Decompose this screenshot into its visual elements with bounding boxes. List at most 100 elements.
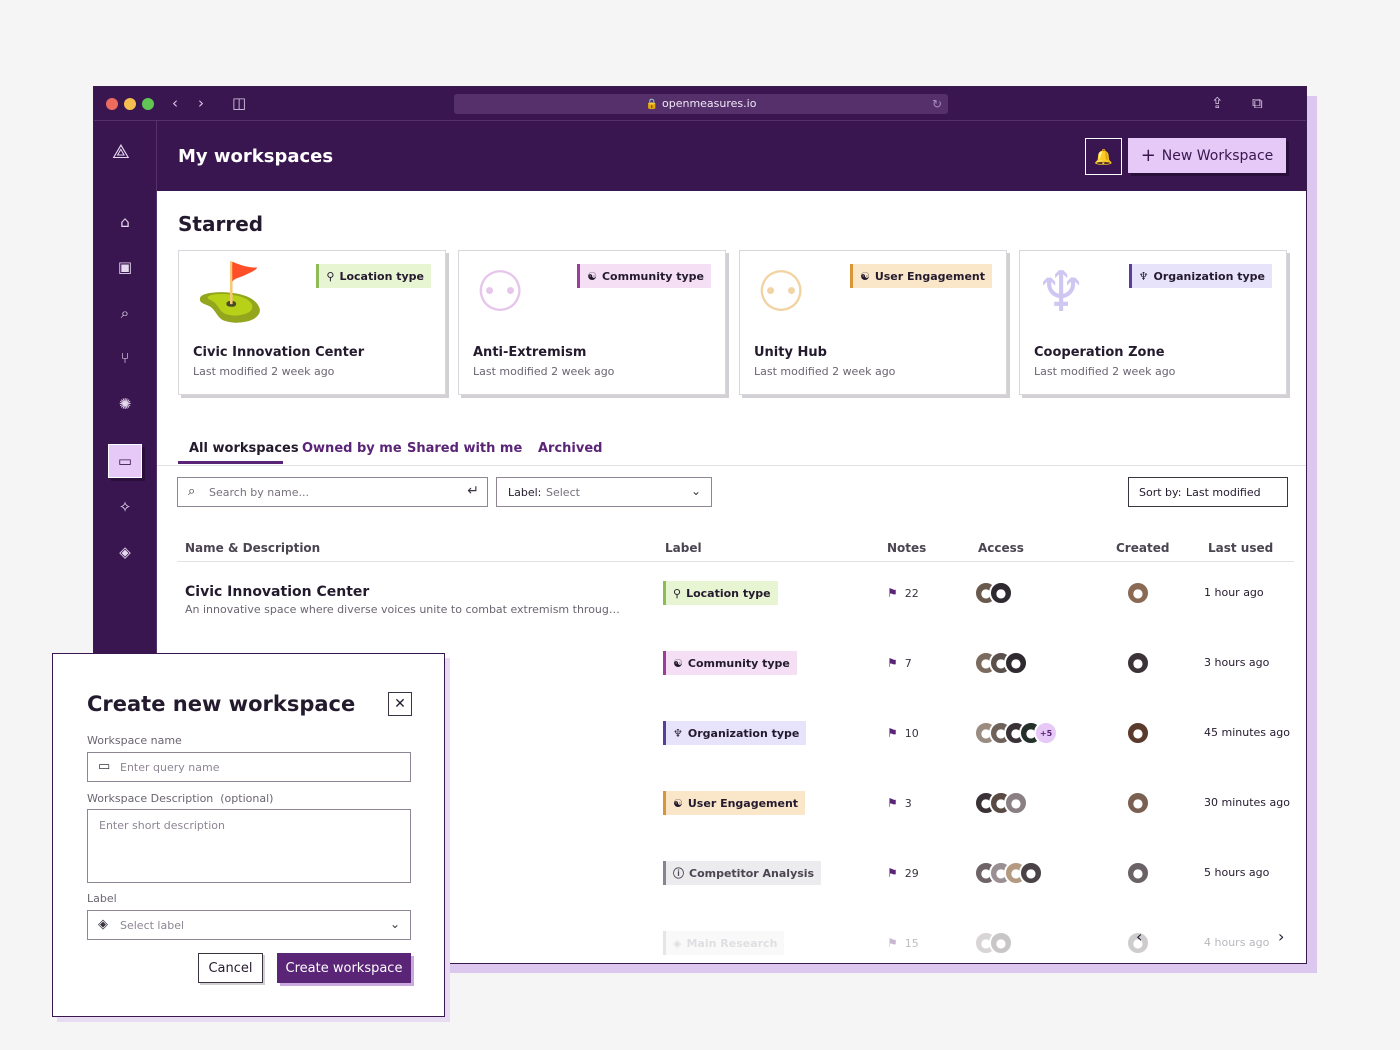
- close-icon[interactable]: ✕: [388, 692, 412, 716]
- starred-card[interactable]: ⚇ ☯ Community type Anti-Extremism Last mo…: [458, 250, 726, 395]
- label-badge: ◈ Main Research: [663, 931, 785, 955]
- label-badge: ☯ User Engagement: [663, 791, 806, 815]
- flag-icon: ⚑: [887, 656, 898, 670]
- more-avatars-badge: +5: [1034, 721, 1058, 745]
- create-workspace-modal: Create new workspace ✕ Workspace name ▭ …: [52, 653, 445, 1017]
- workspace-description-label: Workspace Description (optional): [87, 792, 274, 805]
- folder-icon[interactable]: ▭: [108, 444, 142, 478]
- workspace-name-field[interactable]: ▭ Enter query name: [87, 752, 411, 782]
- tag-icon[interactable]: ◈: [108, 535, 142, 569]
- modal-title: Create new workspace: [87, 692, 356, 716]
- bug-icon[interactable]: ✺: [108, 387, 142, 421]
- sparkle-icon[interactable]: ✧: [108, 490, 142, 524]
- tab-owned-by-me[interactable]: Owned by me: [302, 441, 402, 456]
- notes-count[interactable]: ⚑ 15: [887, 936, 919, 950]
- bell-icon: 🔔: [1094, 147, 1113, 166]
- tag-icon: ◈: [673, 936, 682, 950]
- card-modified: Last modified 2 week ago: [1034, 365, 1176, 378]
- last-used: 45 minutes ago: [1204, 726, 1290, 739]
- search-placeholder: Search by name...: [209, 486, 309, 499]
- column-header-notes[interactable]: Notes: [887, 541, 926, 555]
- workspace-label-placeholder: Select label: [120, 919, 185, 932]
- label-badge: ⚲ Location type: [316, 264, 431, 288]
- tabs-overview-icon[interactable]: ⧉: [1252, 94, 1263, 112]
- creator-avatar[interactable]: ●: [1126, 861, 1150, 885]
- share-icon[interactable]: ⇪: [1211, 94, 1224, 112]
- creator-avatar[interactable]: ●: [1126, 581, 1150, 605]
- notes-count[interactable]: ⚑ 10: [887, 726, 919, 740]
- page-header: My workspaces 🔔 + New Workspace: [157, 121, 1306, 191]
- new-workspace-label: New Workspace: [1161, 147, 1274, 164]
- enter-icon: ↵: [467, 483, 479, 499]
- last-used: 3 hours ago: [1204, 656, 1270, 669]
- new-workspace-button[interactable]: + New Workspace: [1128, 138, 1286, 173]
- plus-icon: +: [1140, 145, 1156, 166]
- access-avatars[interactable]: ● ●: [974, 931, 1013, 955]
- column-header-created[interactable]: Created: [1116, 541, 1169, 555]
- creator-avatar[interactable]: ●: [1126, 791, 1150, 815]
- page-title: My workspaces: [178, 146, 334, 167]
- last-used: 30 minutes ago: [1204, 796, 1290, 809]
- access-avatars[interactable]: ● ●: [974, 581, 1013, 605]
- back-icon[interactable]: ‹: [172, 94, 178, 112]
- community-icon: ☯: [673, 656, 683, 670]
- flag-icon: ⚑: [887, 936, 898, 950]
- chevron-right-icon[interactable]: ›: [1278, 927, 1284, 946]
- search-input[interactable]: ⌕ Search by name... ↵: [177, 477, 488, 507]
- table-row[interactable]: Civic Innovation Center An innovative sp…: [94, 581, 1306, 654]
- tab-all-workspaces[interactable]: All workspaces: [189, 441, 299, 456]
- network-icon[interactable]: ⑂: [108, 341, 142, 375]
- lock-icon: 🔒: [645, 99, 658, 110]
- cancel-button[interactable]: Cancel: [198, 953, 263, 983]
- access-avatars[interactable]: ● ● ●: [974, 791, 1028, 815]
- tab-archived[interactable]: Archived: [538, 441, 603, 456]
- search-icon: ⌕: [188, 484, 196, 499]
- create-workspace-button[interactable]: Create workspace: [277, 953, 411, 983]
- organization-icon: ♆: [1138, 269, 1149, 283]
- sidebar-toggle-icon[interactable]: ◫: [232, 94, 246, 112]
- community-icon: ⚇: [756, 260, 807, 325]
- notes-count[interactable]: ⚑ 7: [887, 656, 912, 670]
- table-header-divider: [177, 561, 1294, 562]
- workspace-label-select[interactable]: ◈ Select label ⌄: [87, 910, 411, 940]
- active-tab-indicator: [178, 461, 283, 464]
- minimize-window-button[interactable]: [124, 98, 136, 110]
- avatar: ●: [989, 581, 1013, 605]
- access-avatars[interactable]: ● ● ● ● +5: [974, 721, 1058, 745]
- notes-count[interactable]: ⚑ 3: [887, 796, 912, 810]
- tab-shared-with-me[interactable]: Shared with me: [407, 441, 522, 456]
- address-bar[interactable]: 🔒 openmeasures.io ↻: [454, 94, 948, 114]
- column-header-label[interactable]: Label: [665, 541, 702, 555]
- calendar-icon[interactable]: ▣: [108, 250, 142, 284]
- close-window-button[interactable]: [106, 98, 118, 110]
- notifications-button[interactable]: 🔔: [1085, 138, 1122, 175]
- starred-card[interactable]: ♆ ♆ Organization type Cooperation Zone La…: [1019, 250, 1287, 395]
- starred-card[interactable]: ⚇ ☯ User Engagement Unity Hub Last modifi…: [739, 250, 1007, 395]
- community-icon: ☯: [673, 796, 683, 810]
- maximize-window-button[interactable]: [142, 98, 154, 110]
- creator-avatar[interactable]: ●: [1126, 651, 1150, 675]
- notes-count[interactable]: ⚑ 29: [887, 866, 919, 880]
- card-modified: Last modified 2 week ago: [473, 365, 615, 378]
- creator-avatar[interactable]: ●: [1126, 721, 1150, 745]
- workspace-label-label: Label: [87, 892, 117, 905]
- label-badge: ♆ Organization type: [663, 721, 807, 745]
- forward-icon[interactable]: ›: [198, 94, 204, 112]
- card-modified: Last modified 2 week ago: [754, 365, 896, 378]
- chevron-left-icon[interactable]: ‹: [1136, 927, 1142, 946]
- reload-icon[interactable]: ↻: [932, 94, 942, 114]
- column-header-last-used[interactable]: Last used: [1208, 541, 1273, 555]
- sort-select[interactable]: Sort by: Last modified: [1128, 477, 1288, 507]
- access-avatars[interactable]: ● ● ●: [974, 651, 1028, 675]
- label-filter-select[interactable]: Label: Select ⌄: [496, 477, 712, 507]
- logo-icon[interactable]: ⟁: [112, 139, 130, 163]
- access-avatars[interactable]: ● ● ● ●: [974, 861, 1043, 885]
- notes-count[interactable]: ⚑ 22: [887, 586, 919, 600]
- column-header-name[interactable]: Name & Description: [185, 541, 320, 555]
- card-name: Anti-Extremism: [473, 345, 587, 360]
- column-header-access[interactable]: Access: [978, 541, 1024, 555]
- workspace-description-field[interactable]: Enter short description: [87, 809, 411, 883]
- starred-card[interactable]: ⛳ ⚲ Location type Civic Innovation Center…: [178, 250, 446, 395]
- search-icon[interactable]: ⌕: [108, 296, 142, 330]
- home-icon[interactable]: ⌂: [108, 205, 142, 239]
